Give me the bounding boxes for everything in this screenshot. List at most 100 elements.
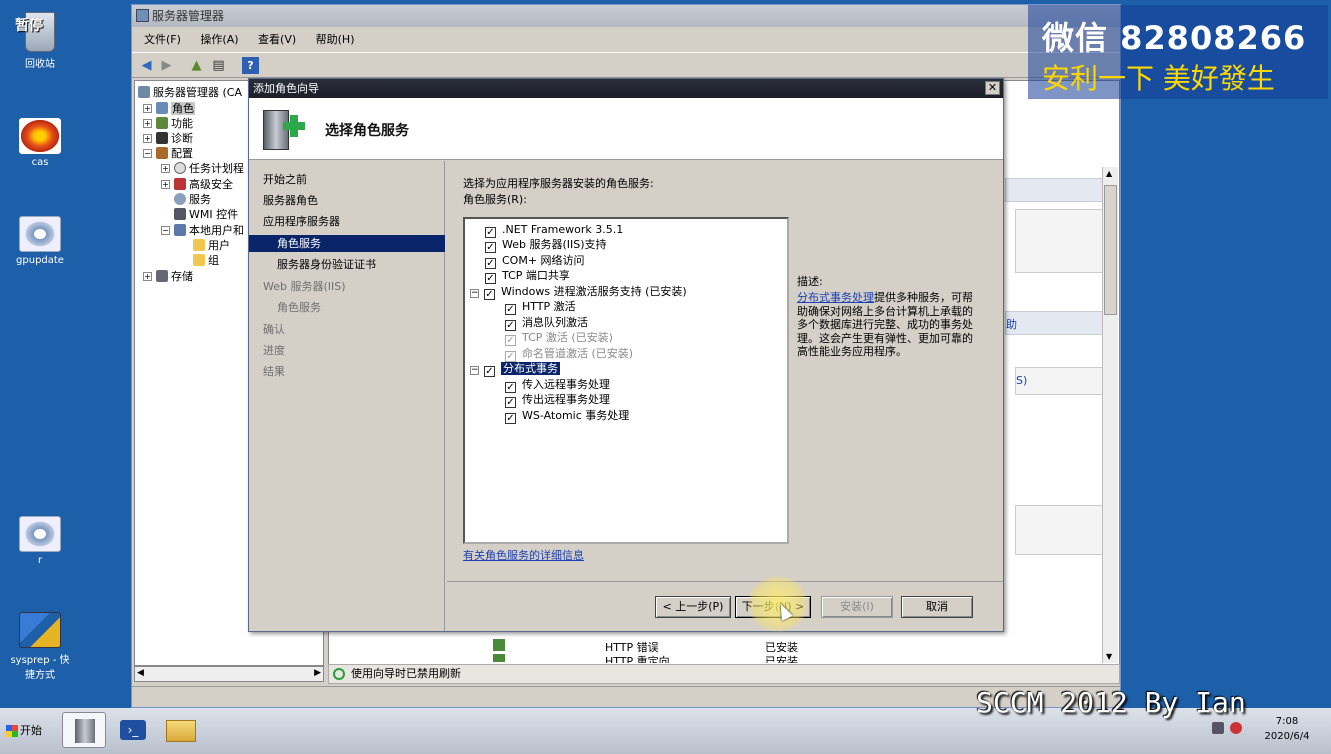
tree-item-firewall[interactable]: + 高级安全 (161, 177, 233, 192)
tree-horizontal-scrollbar[interactable]: ◀ ▶ (134, 666, 324, 682)
service-item[interactable]: ✓ 传出远程事务处理 (505, 392, 610, 408)
step-server-auth-certificate[interactable]: 服务器身份验证证书 (277, 256, 376, 273)
close-icon[interactable]: ✕ (985, 81, 1000, 95)
scroll-left-icon[interactable]: ◀ (137, 668, 144, 678)
up-folder-icon[interactable]: ▲ (188, 57, 205, 74)
details-section-box (1015, 505, 1109, 555)
list-item-status: 已安装 (765, 655, 798, 663)
menu-help[interactable]: 帮助(H) (316, 33, 355, 46)
collapse-icon[interactable]: − (470, 366, 479, 375)
desktop-icon-r[interactable]: r (4, 516, 76, 566)
service-item[interactable]: ✓ COM+ 网络访问 (485, 253, 585, 269)
help-icon[interactable]: ? (242, 57, 259, 74)
taskbar-powershell[interactable]: ›_ (110, 712, 154, 748)
server-manager-titlebar[interactable]: 服务器管理器 (132, 5, 1120, 27)
checkbox[interactable]: ✓ (484, 366, 495, 377)
cancel-button[interactable]: 取消 (901, 596, 973, 618)
details-section-header: 助 (1005, 311, 1117, 335)
collapse-icon[interactable]: − (143, 149, 152, 158)
tree-item-roles[interactable]: + 角色 (143, 101, 195, 116)
list-item-name: HTTP 错误 (605, 641, 659, 654)
service-item[interactable]: − ✓ 分布式事务 (470, 361, 560, 377)
checkbox[interactable]: ✓ (484, 289, 495, 300)
gear-shortcut-icon (19, 516, 61, 552)
tree-item-wmi[interactable]: WMI 控件 (174, 207, 238, 222)
tree-item-features[interactable]: + 功能 (143, 116, 193, 131)
desktop-icon-cas[interactable]: cas (4, 118, 76, 168)
forward-arrow-icon[interactable]: ▶ (158, 57, 175, 74)
checkbox[interactable]: ✓ (505, 413, 516, 424)
scroll-up-icon[interactable]: ▲ (1106, 169, 1112, 178)
expand-icon[interactable]: + (143, 104, 152, 113)
network-tray-icon[interactable] (1212, 722, 1224, 734)
iis-fragment: S) (1016, 374, 1028, 387)
scroll-right-icon[interactable]: ▶ (314, 668, 321, 678)
tree-item-services[interactable]: 服务 (174, 192, 211, 207)
folder-icon (193, 239, 205, 251)
tree-item-configuration[interactable]: − 配置 (143, 146, 193, 161)
expand-icon[interactable]: + (161, 180, 170, 189)
checkbox[interactable]: ✓ (485, 273, 496, 284)
start-button[interactable]: 开始 (4, 716, 52, 746)
taskbar-server-manager[interactable] (62, 712, 106, 748)
tree-item-diagnostics[interactable]: + 诊断 (143, 131, 193, 146)
service-item[interactable]: ✓ 消息队列激活 (505, 315, 588, 331)
tree-item-groups[interactable]: 组 (193, 253, 219, 268)
window-footer (132, 686, 1120, 708)
tree-item-users[interactable]: 用户 (193, 238, 230, 253)
more-info-link[interactable]: 有关角色服务的详细信息 (463, 547, 584, 563)
pause-indicator: 暂停 (15, 18, 43, 34)
clock[interactable]: 7:08 2020/6/4 (1252, 714, 1322, 744)
step-server-roles[interactable]: 服务器角色 (263, 192, 318, 209)
service-item[interactable]: ✓ Web 服务器(IIS)支持 (485, 237, 607, 253)
status-bar: 使用向导时已禁用刷新 (328, 664, 1120, 684)
details-vertical-scrollbar[interactable]: ▲ ▼ (1102, 167, 1118, 663)
show-hide-tree-icon[interactable]: ▤ (210, 57, 227, 74)
service-item[interactable]: ✓ WS-Atomic 事务处理 (505, 408, 629, 424)
firewall-icon (174, 178, 186, 190)
alert-tray-icon[interactable] (1230, 722, 1242, 734)
menu-action[interactable]: 操作(A) (200, 33, 238, 46)
tree-item-local-users[interactable]: − 本地用户和 (161, 223, 244, 238)
service-item[interactable]: ✓ 传入远程事务处理 (505, 377, 610, 393)
scroll-down-icon[interactable]: ▼ (1106, 652, 1112, 661)
dialog-titlebar[interactable]: 添加角色向导 ✕ (249, 79, 1003, 98)
tree-root[interactable]: 服务器管理器 (CA (138, 85, 242, 100)
tree-item-task-scheduler[interactable]: + 任务计划程 (161, 161, 244, 176)
checkbox[interactable]: ✓ (485, 242, 496, 253)
role-services-checklist: ✓ .NET Framework 3.5.1 ✓ Web 服务器(IIS)支持 ✓ C… (463, 217, 789, 544)
checkbox[interactable]: ✓ (505, 304, 516, 315)
expand-icon[interactable]: + (161, 164, 170, 173)
tree-item-storage[interactable]: + 存储 (143, 269, 193, 284)
back-button[interactable]: < 上一步(P) (655, 596, 731, 618)
collapse-icon[interactable]: − (470, 289, 479, 298)
collapse-icon[interactable]: − (161, 226, 170, 235)
service-item[interactable]: ✓ TCP 端口共享 (485, 268, 570, 284)
expand-icon[interactable]: + (143, 134, 152, 143)
menu-view[interactable]: 查看(V) (258, 33, 296, 46)
installed-icon (493, 654, 505, 662)
expand-icon[interactable]: + (143, 119, 152, 128)
desktop-icon-gpupdate[interactable]: gpupdate (4, 216, 76, 266)
wizard-steps-nav: 开始之前 服务器角色 应用程序服务器 角色服务 服务器身份验证证书 Web 服务… (249, 161, 445, 631)
step-application-server[interactable]: 应用程序服务器 (263, 213, 340, 230)
service-item[interactable]: − ✓ Windows 进程激活服务支持 (已安装) (470, 284, 687, 300)
service-item[interactable]: ✓ HTTP 激活 (505, 299, 576, 315)
dialog-title: 添加角色向导 (253, 82, 319, 95)
menu-file[interactable]: 文件(F) (144, 33, 181, 46)
taskbar-explorer[interactable] (158, 712, 202, 748)
back-arrow-icon[interactable]: ◀ (138, 57, 155, 74)
checkbox[interactable]: ✓ (505, 397, 516, 408)
step-before-you-begin[interactable]: 开始之前 (263, 171, 307, 188)
step-role-services[interactable]: 角色服务 (249, 235, 445, 252)
toolbar: ◀ ▶ ▲ ▤ ? (132, 52, 1120, 78)
expand-icon[interactable]: + (143, 272, 152, 281)
configuration-icon (156, 147, 168, 159)
video-caption: SCCM 2012 By Ian (976, 686, 1246, 719)
desktop-icon-sysprep[interactable]: sysprep - 快捷方式 (4, 612, 76, 681)
scroll-thumb[interactable] (1104, 185, 1117, 315)
help-link-fragment[interactable]: 助 (1006, 316, 1017, 332)
add-roles-wizard-dialog: 添加角色向导 ✕ 选择角色服务 开始之前 服务器角色 应用程序服务器 角色服务 … (248, 78, 1004, 632)
description-link[interactable]: 分布式事务处理 (797, 291, 874, 304)
service-item[interactable]: ✓ .NET Framework 3.5.1 (485, 222, 623, 238)
